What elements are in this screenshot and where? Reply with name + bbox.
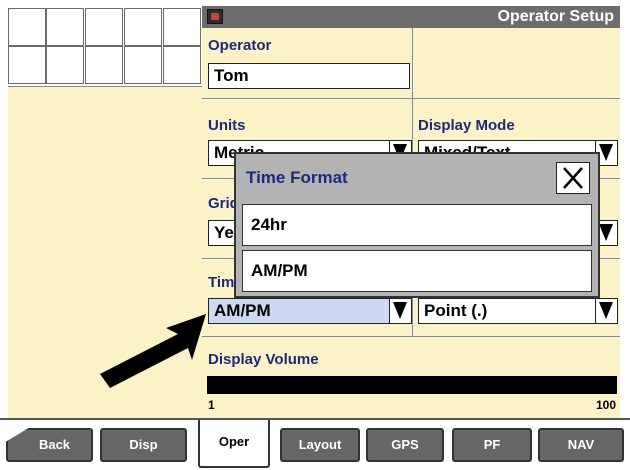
tab-layout[interactable]: Layout: [280, 428, 360, 462]
display-icon: [207, 9, 223, 24]
grid-cell[interactable]: [8, 8, 46, 46]
time-format-dropdown[interactable]: AM/PM: [208, 298, 412, 324]
grid-cell[interactable]: [124, 46, 162, 84]
tab-gps[interactable]: GPS: [366, 428, 444, 462]
divider: [202, 98, 620, 99]
dialog-title: Time Format: [246, 168, 348, 187]
tab-bar: Back Disp Oper Layout GPS PF NAV: [0, 418, 630, 470]
grid-cell[interactable]: [8, 46, 46, 84]
arrow-pointer-icon: [100, 314, 206, 388]
title-bar: Operator Setup: [202, 6, 620, 28]
close-button[interactable]: [556, 162, 590, 194]
tab-nav[interactable]: NAV: [538, 428, 624, 462]
tab-oper[interactable]: Oper: [198, 420, 270, 468]
grid-area: [8, 8, 202, 86]
decimal-value: Point (.): [424, 301, 488, 320]
grid-cell[interactable]: [46, 8, 84, 46]
time-option-ampm[interactable]: AM/PM: [242, 250, 592, 292]
screen: Operator Setup Operator Tom Units Metric…: [0, 0, 630, 470]
volume-min: 1: [208, 398, 215, 412]
tab-back[interactable]: Back: [6, 428, 93, 462]
triangle-down-icon[interactable]: [595, 299, 617, 323]
divider: [202, 336, 620, 337]
units-label: Units: [208, 117, 246, 134]
grid-cell[interactable]: [124, 8, 162, 46]
operator-label: Operator: [208, 37, 272, 54]
page-title: Operator Setup: [497, 8, 614, 25]
triangle-down-icon[interactable]: [389, 299, 411, 323]
volume-max: 100: [595, 398, 616, 412]
divider: [412, 28, 413, 98]
display-mode-label: Display Mode: [418, 117, 515, 134]
close-icon: [563, 167, 583, 189]
time-option-24hr[interactable]: 24hr: [242, 204, 592, 246]
tab-pf[interactable]: PF: [452, 428, 532, 462]
grid-cell[interactable]: [163, 46, 201, 84]
grid-cell[interactable]: [85, 46, 123, 84]
time-format-dialog: Time Format 24hr AM/PM: [234, 152, 600, 298]
tab-disp[interactable]: Disp: [100, 428, 187, 462]
decimal-dropdown[interactable]: Point (.): [418, 298, 618, 324]
grid-cell[interactable]: [85, 8, 123, 46]
operator-field[interactable]: Tom: [208, 63, 410, 89]
grid-cell[interactable]: [46, 46, 84, 84]
display-volume-slider[interactable]: [207, 376, 617, 394]
grid-cell[interactable]: [163, 8, 201, 46]
